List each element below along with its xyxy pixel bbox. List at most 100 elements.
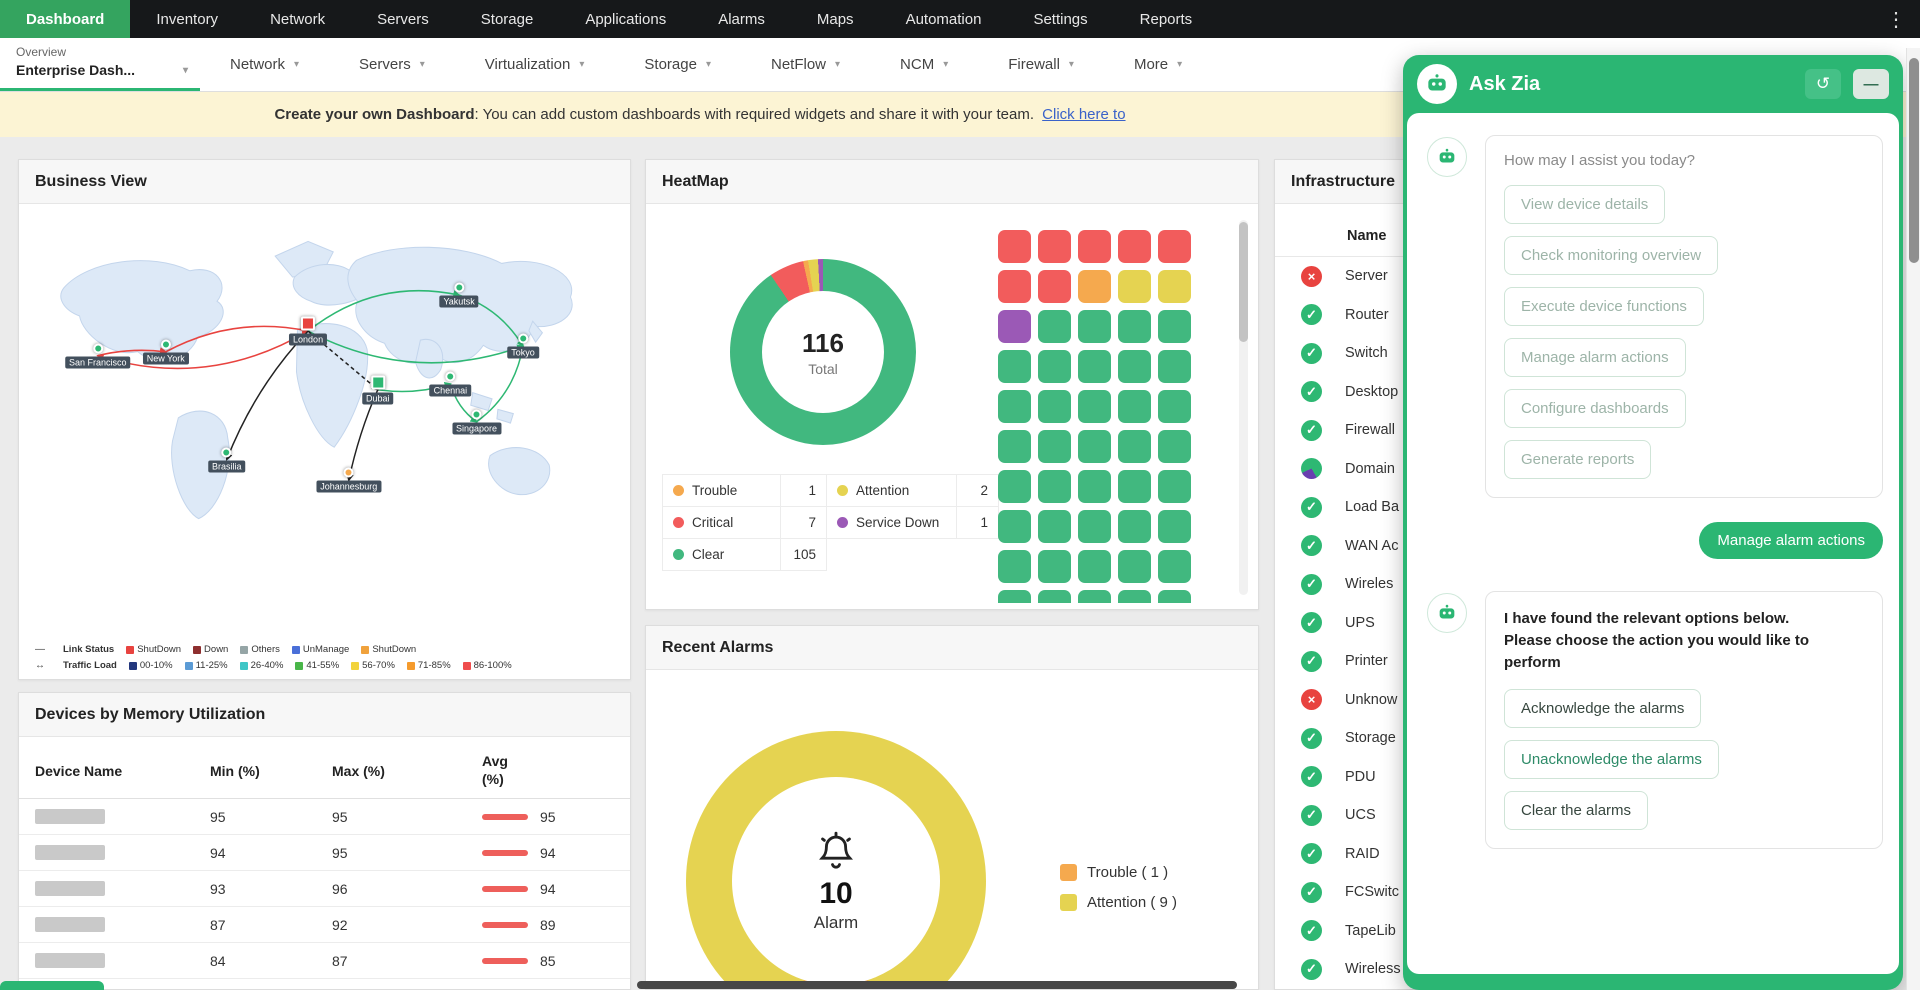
topnav-item-storage[interactable]: Storage <box>455 0 560 38</box>
zia-action-unacknowledge-the-alarms[interactable]: Unacknowledge the alarms <box>1504 740 1719 779</box>
device-category-label[interactable]: Firewall <box>1345 422 1395 438</box>
tab-network[interactable]: Network▾ <box>200 56 329 73</box>
heatmap-tile[interactable] <box>1038 230 1071 263</box>
tab-overview[interactable]: Overview Enterprise Dash... ▾ <box>0 38 200 91</box>
heatmap-tile[interactable] <box>1078 590 1111 603</box>
tab-netflow[interactable]: NetFlow▾ <box>741 56 870 73</box>
topnav-item-settings[interactable]: Settings <box>1007 0 1113 38</box>
zia-minimize-button[interactable]: — <box>1853 69 1889 99</box>
heatmap-tile[interactable] <box>1078 270 1111 303</box>
map-node-singapore[interactable]: Singapore <box>452 409 501 434</box>
map-node-london[interactable]: London <box>289 317 327 346</box>
vertical-scrollbar-thumb[interactable] <box>1909 58 1919 263</box>
topnav-item-dashboard[interactable]: Dashboard <box>0 0 130 38</box>
heatmap-tile[interactable] <box>1118 590 1151 603</box>
heatmap-tile[interactable] <box>1118 270 1151 303</box>
heatmap-tile[interactable] <box>1158 350 1191 383</box>
table-row[interactable]: 848785 <box>19 943 630 979</box>
device-category-label[interactable]: Server <box>1345 268 1388 284</box>
heatmap-tile[interactable] <box>1038 590 1071 603</box>
page-horizontal-scrollbar[interactable] <box>0 980 1906 990</box>
heatmap-tile[interactable] <box>1078 390 1111 423</box>
zia-reset-button[interactable]: ↺ <box>1805 69 1841 99</box>
heatmap-tile[interactable] <box>1118 550 1151 583</box>
alarms-donut-chart[interactable]: 10 Alarm <box>686 731 986 990</box>
heatmap-tile[interactable] <box>1118 390 1151 423</box>
world-map[interactable]: San FranciscoNew YorkLondonDubaiYakutskT… <box>35 212 616 590</box>
topnav-item-maps[interactable]: Maps <box>791 0 880 38</box>
heatmap-tile[interactable] <box>1118 350 1151 383</box>
zia-option-generate-reports[interactable]: Generate reports <box>1504 440 1651 479</box>
device-category-label[interactable]: PDU <box>1345 769 1376 785</box>
device-category-label[interactable]: Wireles <box>1345 576 1393 592</box>
column-header-avg[interactable]: Avg (%) <box>482 753 528 788</box>
topnav-item-automation[interactable]: Automation <box>880 0 1008 38</box>
heatmap-tile[interactable] <box>1118 470 1151 503</box>
map-node-yakutsk[interactable]: Yakutsk <box>439 283 478 308</box>
heatmap-tile[interactable] <box>998 350 1031 383</box>
zia-action-clear-the-alarms[interactable]: Clear the alarms <box>1504 791 1648 830</box>
heatmap-tile[interactable] <box>1078 350 1111 383</box>
device-category-label[interactable]: Domain <box>1345 461 1395 477</box>
device-category-label[interactable]: Storage <box>1345 730 1396 746</box>
device-category-label[interactable]: Desktop <box>1345 384 1398 400</box>
heatmap-tile[interactable] <box>998 270 1031 303</box>
heatmap-tile[interactable] <box>1038 510 1071 543</box>
heatmap-tile[interactable] <box>998 390 1031 423</box>
map-node-dubai[interactable]: Dubai <box>362 375 394 404</box>
kebab-menu-icon[interactable]: ⋮ <box>1886 0 1906 38</box>
heatmap-tile[interactable] <box>1158 230 1191 263</box>
map-node-san-francisco[interactable]: San Francisco <box>65 343 131 368</box>
table-row[interactable]: 959595 <box>19 799 630 835</box>
table-row[interactable]: 949594 <box>19 835 630 871</box>
heatmap-tile[interactable] <box>1078 430 1111 463</box>
heatmap-tile[interactable] <box>1038 430 1071 463</box>
heatmap-tile[interactable] <box>1158 590 1191 603</box>
heatmap-tile[interactable] <box>1158 430 1191 463</box>
tab-ncm[interactable]: NCM▾ <box>870 56 978 73</box>
heatmap-tile[interactable] <box>998 590 1031 603</box>
heatmap-tile[interactable] <box>1038 310 1071 343</box>
heatmap-tile[interactable] <box>1118 430 1151 463</box>
tab-firewall[interactable]: Firewall▾ <box>978 56 1104 73</box>
device-category-label[interactable]: Router <box>1345 307 1389 323</box>
heatmap-tile[interactable] <box>998 430 1031 463</box>
zia-user-selected-action[interactable]: Manage alarm actions <box>1699 522 1883 559</box>
map-node-chennai[interactable]: Chennai <box>430 371 472 396</box>
tab-virtualization[interactable]: Virtualization▾ <box>455 56 615 73</box>
heatmap-tile[interactable] <box>1078 310 1111 343</box>
zia-option-check-monitoring-overview[interactable]: Check monitoring overview <box>1504 236 1718 275</box>
map-node-new-york[interactable]: New York <box>143 339 189 364</box>
heatmap-tile[interactable] <box>1078 550 1111 583</box>
device-category-label[interactable]: Load Ba <box>1345 499 1399 515</box>
topnav-item-inventory[interactable]: Inventory <box>130 0 244 38</box>
heatmap-tile[interactable] <box>1158 550 1191 583</box>
zia-option-configure-dashboards[interactable]: Configure dashboards <box>1504 389 1686 428</box>
heatmap-tile[interactable] <box>1158 310 1191 343</box>
device-category-label[interactable]: Switch <box>1345 345 1388 361</box>
heatmap-tile[interactable] <box>1158 510 1191 543</box>
zia-action-acknowledge-the-alarms[interactable]: Acknowledge the alarms <box>1504 689 1701 728</box>
heatmap-tile[interactable] <box>1118 310 1151 343</box>
table-row[interactable]: 879289 <box>19 907 630 943</box>
map-node-johannesburg[interactable]: Johannesburg <box>316 468 381 493</box>
tab-servers[interactable]: Servers▾ <box>329 56 455 73</box>
topnav-item-network[interactable]: Network <box>244 0 351 38</box>
horizontal-scrollbar-thumb[interactable] <box>637 981 1237 989</box>
heatmap-tile[interactable] <box>998 230 1031 263</box>
column-header-min[interactable]: Min (%) <box>210 753 332 788</box>
device-category-label[interactable]: RAID <box>1345 846 1380 862</box>
column-header-max[interactable]: Max (%) <box>332 753 482 788</box>
heatmap-tile[interactable] <box>1078 230 1111 263</box>
heatmap-tile[interactable] <box>1038 550 1071 583</box>
column-header-device-name[interactable]: Device Name <box>35 753 210 788</box>
device-category-label[interactable]: UPS <box>1345 615 1375 631</box>
heatmap-tile[interactable] <box>1078 510 1111 543</box>
tab-more[interactable]: More▾ <box>1104 56 1212 73</box>
heatmap-tile[interactable] <box>1118 510 1151 543</box>
heatmap-tile[interactable] <box>1158 470 1191 503</box>
heatmap-tile[interactable] <box>998 470 1031 503</box>
heatmap-donut-chart[interactable]: 116 Total <box>730 259 916 445</box>
zia-option-manage-alarm-actions[interactable]: Manage alarm actions <box>1504 338 1686 377</box>
zia-option-execute-device-functions[interactable]: Execute device functions <box>1504 287 1704 326</box>
